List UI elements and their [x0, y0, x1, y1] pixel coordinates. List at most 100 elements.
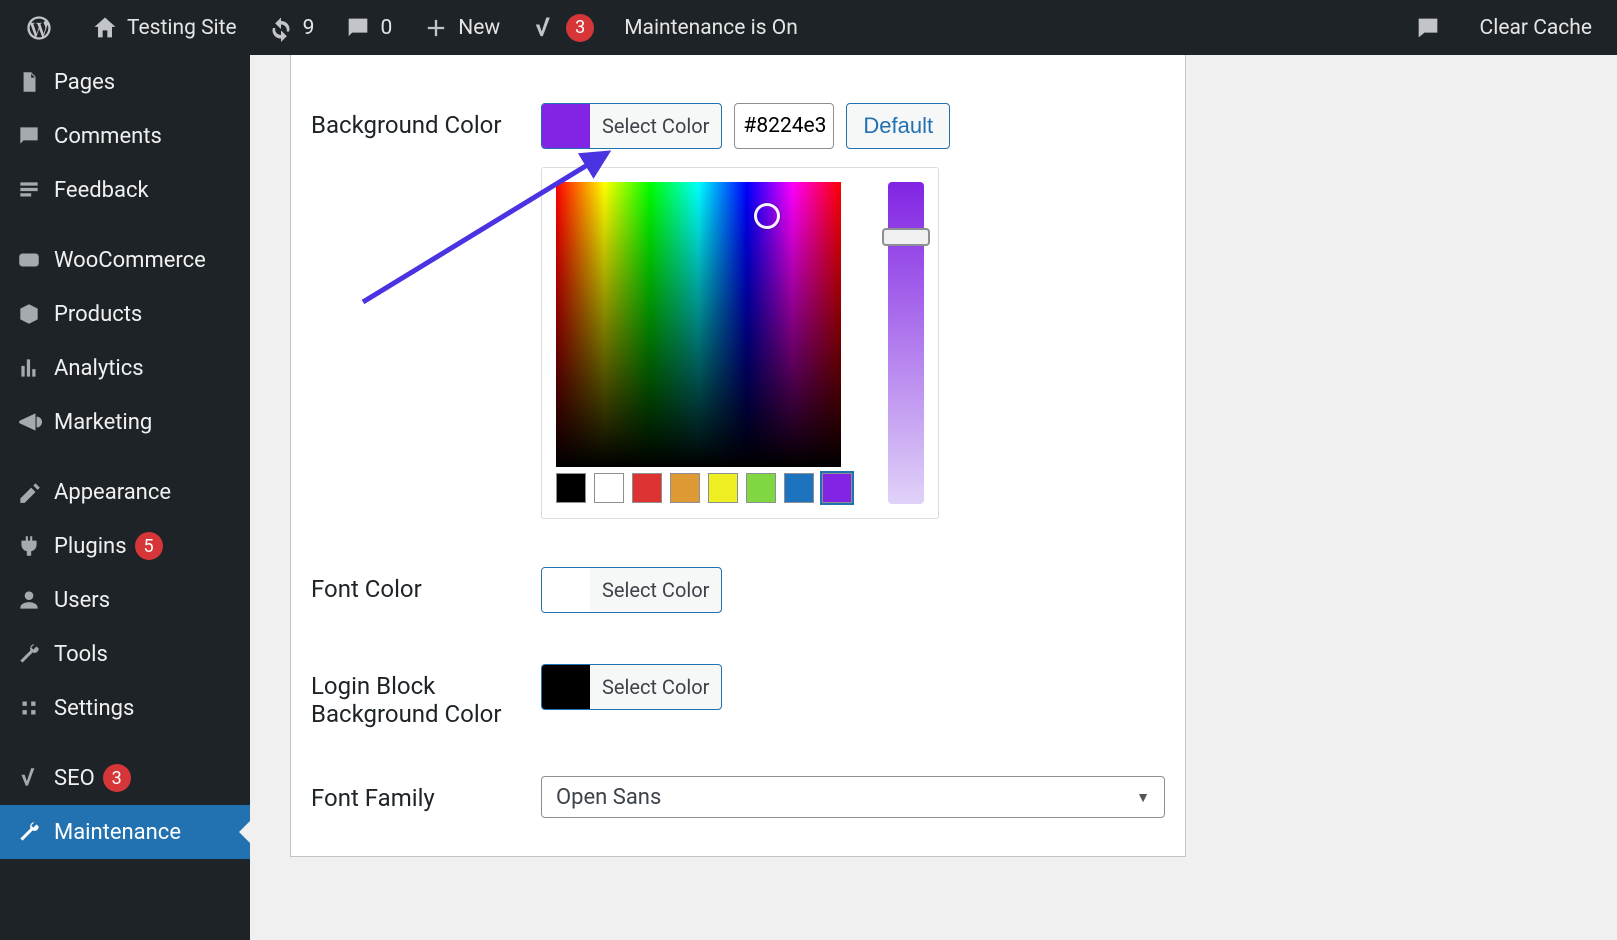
- sidebar-item-label: Feedback: [54, 178, 149, 203]
- clear-cache-label: Clear Cache: [1480, 16, 1592, 40]
- font-family-select[interactable]: Open Sans ▼: [541, 776, 1165, 818]
- sidebar-separator: [0, 735, 250, 751]
- sidebar-item-label: Products: [54, 302, 142, 327]
- sidebar-item-label: SEO: [54, 766, 95, 791]
- sidebar-item-label: WooCommerce: [54, 248, 206, 273]
- sidebar-item-marketing[interactable]: Marketing: [0, 395, 250, 449]
- login-block-bg-select-button[interactable]: Select Color: [541, 664, 722, 710]
- products-icon: [14, 301, 44, 327]
- sidebar-item-seo[interactable]: SEO 3: [0, 751, 250, 805]
- preset-green[interactable]: [746, 473, 776, 503]
- yoast-count-badge: 3: [566, 14, 594, 42]
- sidebar-separator: [0, 217, 250, 233]
- sidebar-item-analytics[interactable]: Analytics: [0, 341, 250, 395]
- sidebar-separator: [0, 449, 250, 465]
- updates-link[interactable]: 9: [252, 0, 330, 55]
- comments-link[interactable]: 0: [329, 0, 407, 55]
- chevron-down-icon: ▼: [1136, 789, 1150, 806]
- sidebar-item-label: Tools: [54, 642, 108, 667]
- analytics-icon: [14, 355, 44, 381]
- sidebar-item-woocommerce[interactable]: WooCommerce: [0, 233, 250, 287]
- settings-content: Background Color Select Color Default: [250, 55, 1617, 940]
- admin-topbar: Testing Site 9 0 New 3 Maintenance is On…: [0, 0, 1617, 55]
- field-label-font-color: Font Color: [311, 547, 541, 644]
- field-label-font-family: Font Family: [311, 756, 541, 846]
- notifications-link[interactable]: [1399, 0, 1465, 55]
- sidebar-item-label: Appearance: [54, 480, 171, 505]
- wordpress-icon: [25, 14, 53, 42]
- sidebar-item-pages[interactable]: Pages: [0, 55, 250, 109]
- sidebar-item-products[interactable]: Products: [0, 287, 250, 341]
- seo-count-badge: 3: [103, 764, 131, 792]
- new-label: New: [458, 16, 500, 40]
- pages-icon: [14, 69, 44, 95]
- sidebar-item-label: Users: [54, 588, 110, 613]
- color-presets: [556, 473, 852, 503]
- font-color-select-button[interactable]: Select Color: [541, 567, 722, 613]
- slider-handle[interactable]: [882, 228, 930, 246]
- sidebar-item-tools[interactable]: Tools: [0, 627, 250, 681]
- font-color-swatch: [542, 568, 590, 612]
- sidebar-item-label: Analytics: [54, 356, 144, 381]
- color-picker-slider[interactable]: [888, 182, 924, 504]
- feedback-icon: [14, 177, 44, 203]
- seo-icon: [14, 765, 44, 791]
- font-family-value: Open Sans: [556, 785, 661, 810]
- preset-yellow[interactable]: [708, 473, 738, 503]
- sidebar-item-feedback[interactable]: Feedback: [0, 163, 250, 217]
- field-label-background-color: Background Color: [311, 83, 541, 547]
- plugins-icon: [14, 533, 44, 559]
- sidebar-item-label: Marketing: [54, 410, 152, 435]
- clear-cache-link[interactable]: Clear Cache: [1465, 0, 1607, 55]
- sidebar-item-appearance[interactable]: Appearance: [0, 465, 250, 519]
- sidebar-item-label: Comments: [54, 124, 162, 149]
- yoast-link[interactable]: 3: [515, 0, 609, 55]
- plus-icon: [422, 14, 450, 42]
- preset-purple[interactable]: [822, 473, 852, 503]
- updates-icon: [267, 14, 295, 42]
- preset-black[interactable]: [556, 473, 586, 503]
- preset-white[interactable]: [594, 473, 624, 503]
- woocommerce-icon: [14, 247, 44, 273]
- yoast-icon: [530, 14, 558, 42]
- sidebar-item-label: Maintenance: [54, 820, 181, 845]
- preset-blue[interactable]: [784, 473, 814, 503]
- color-picker-popup: [541, 167, 939, 519]
- wordpress-logo[interactable]: [10, 0, 76, 55]
- new-content-link[interactable]: New: [407, 0, 515, 55]
- preset-orange[interactable]: [670, 473, 700, 503]
- users-icon: [14, 587, 44, 613]
- background-color-default-button[interactable]: Default: [846, 103, 950, 149]
- sidebar-item-maintenance[interactable]: Maintenance: [0, 805, 250, 859]
- preset-red[interactable]: [632, 473, 662, 503]
- marketing-icon: [14, 409, 44, 435]
- comments-count: 0: [380, 16, 392, 40]
- maintenance-status-link[interactable]: Maintenance is On: [609, 0, 813, 55]
- settings-icon: [14, 695, 44, 721]
- sidebar-item-settings[interactable]: Settings: [0, 681, 250, 735]
- sidebar-item-comments[interactable]: Comments: [0, 109, 250, 163]
- sidebar-item-plugins[interactable]: Plugins 5: [0, 519, 250, 573]
- select-color-label: Select Color: [590, 665, 721, 709]
- site-title-link[interactable]: Testing Site: [76, 0, 252, 55]
- comments-icon: [14, 123, 44, 149]
- select-color-label: Select Color: [590, 568, 721, 612]
- field-label-login-block-bg: Login Block Background Color: [311, 644, 541, 756]
- sidebar-item-label: Settings: [54, 696, 134, 721]
- admin-sidebar: Pages Comments Feedback WooCommerce Prod…: [0, 55, 250, 940]
- sidebar-item-label: Pages: [54, 70, 115, 95]
- login-block-bg-swatch: [542, 665, 590, 709]
- color-picker-cursor: [754, 203, 780, 229]
- sidebar-item-label: Plugins: [54, 534, 127, 559]
- site-title: Testing Site: [127, 16, 237, 40]
- background-color-select-button[interactable]: Select Color: [541, 103, 722, 149]
- background-color-swatch: [542, 104, 590, 148]
- background-color-hex-input[interactable]: [734, 103, 834, 149]
- comments-icon: [344, 14, 372, 42]
- maintenance-icon: [14, 819, 44, 845]
- sidebar-item-users[interactable]: Users: [0, 573, 250, 627]
- appearance-icon: [14, 479, 44, 505]
- chat-icon: [1414, 14, 1442, 42]
- plugins-count-badge: 5: [135, 532, 163, 560]
- color-picker-square[interactable]: [556, 182, 841, 467]
